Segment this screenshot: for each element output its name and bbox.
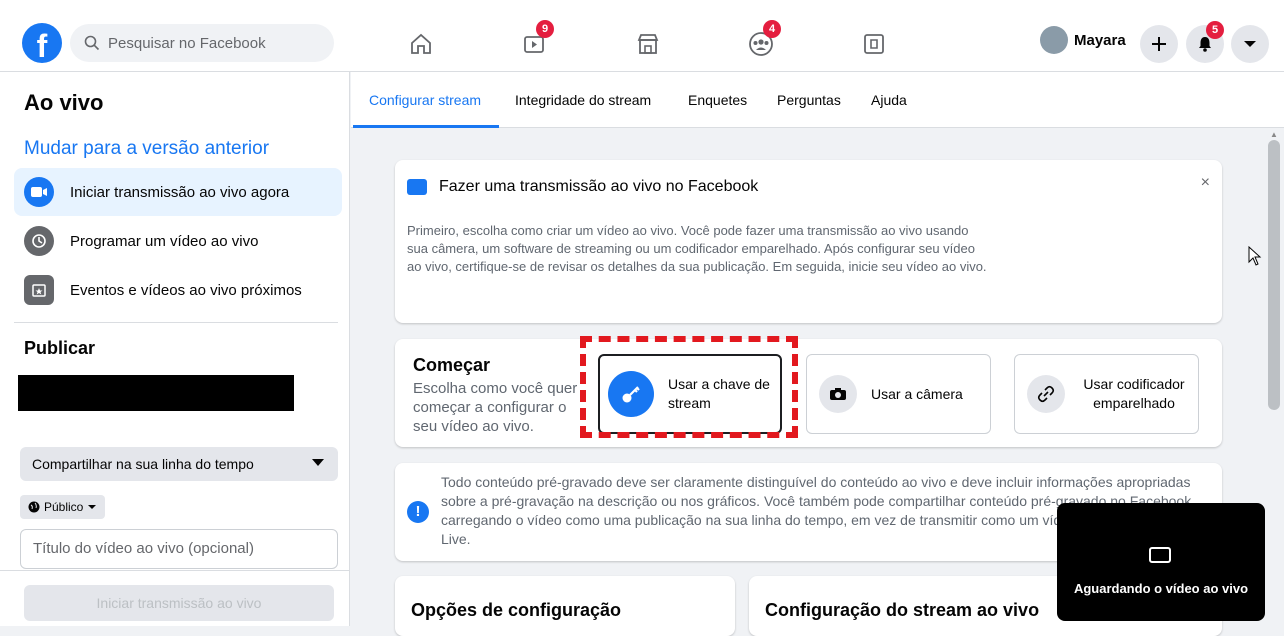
search-input[interactable]: Pesquisar no Facebook [70, 24, 334, 62]
live-preview-panel: Aguardando o vídeo ao vivo [1057, 503, 1265, 621]
search-icon [84, 35, 100, 51]
notifications-button[interactable]: 5 [1186, 21, 1224, 63]
sidebar-item-events[interactable]: Eventos e vídeos ao vivo próximos [14, 266, 342, 314]
sidebar-item-label: Programar um vídeo ao vivo [70, 232, 259, 250]
annotation-highlight [580, 336, 798, 438]
get-started-title: Começar [413, 355, 491, 375]
scrollbar-thumb[interactable] [1268, 140, 1280, 410]
live-camera-icon [24, 177, 54, 207]
preview-status-text: Aguardando o vídeo ao vivo [1073, 581, 1249, 596]
avatar [1040, 26, 1068, 54]
video-title-placeholder: Título do vídeo ao vivo (opcional) [33, 540, 254, 557]
caret-down-icon [88, 505, 97, 509]
intro-card: Fazer uma transmissão ao vivo no Faceboo… [395, 160, 1222, 323]
share-destination-value: Compartilhar na sua linha do tempo [32, 456, 254, 472]
intro-card-description: Primeiro, escolha como criar um vídeo ao… [407, 223, 987, 274]
link-icon [1027, 375, 1065, 413]
tab-questions[interactable]: Perguntas [777, 92, 841, 108]
close-icon[interactable]: × [1201, 174, 1210, 192]
info-icon: ! [407, 501, 429, 523]
watch-badge: 9 [536, 20, 554, 38]
top-navigation-bar: f Pesquisar no Facebook 9 4 Mayara 5 [0, 0, 1284, 72]
video-icon [1149, 547, 1171, 563]
groups-badge: 4 [763, 20, 781, 38]
stream-config-title: Configuração do stream ao vivo [765, 600, 1040, 620]
facebook-logo[interactable]: f [22, 23, 62, 63]
intro-card-header: Fazer uma transmissão ao vivo no Faceboo… [407, 178, 758, 196]
sidebar-item-label: Eventos e vídeos ao vivo próximos [70, 281, 302, 299]
tab-stream-setup[interactable]: Configurar stream [369, 92, 481, 108]
page-title: Ao vivo [24, 90, 104, 115]
create-button[interactable] [1140, 25, 1178, 63]
watch-icon[interactable]: 9 [514, 20, 554, 64]
sidebar-footer: Iniciar transmissão ao vivo [0, 570, 349, 626]
sidebar-divider [14, 322, 338, 323]
groups-icon[interactable]: 4 [741, 20, 781, 64]
tab-stream-health[interactable]: Integridade do stream [515, 92, 651, 108]
account-menu-button[interactable] [1231, 25, 1269, 63]
plus-icon [1152, 37, 1166, 51]
notifications-badge: 5 [1206, 21, 1224, 39]
live-camera-icon [407, 179, 427, 195]
sidebar-item-label: Iniciar transmissão ao vivo agora [70, 183, 290, 201]
camera-icon [819, 375, 857, 413]
clock-icon [24, 226, 54, 256]
audience-selector[interactable]: Público [20, 495, 106, 519]
profile-link[interactable]: Mayara [1040, 26, 1126, 54]
config-options-card: Opções de configuração [395, 576, 735, 636]
config-options-title: Opções de configuração [411, 600, 622, 620]
video-title-input[interactable]: Título do vídeo ao vivo (opcional) [20, 529, 338, 569]
gaming-icon[interactable] [854, 24, 894, 64]
tab-bar: Configurar stream Integridade do stream … [351, 72, 1284, 128]
marketplace-icon[interactable] [628, 24, 668, 64]
get-started-card: Começar Escolha como você quer começar a… [395, 339, 1222, 447]
paired-encoder-label: Usar codificador emparelhado [1083, 376, 1185, 411]
home-icon[interactable] [401, 24, 441, 64]
tab-help[interactable]: Ajuda [871, 92, 907, 108]
redacted-account-block [18, 375, 294, 411]
search-placeholder: Pesquisar no Facebook [108, 34, 266, 52]
get-started-description: Escolha como você quer começar a configu… [413, 380, 578, 435]
previous-version-link[interactable]: Mudar para a versão anterior [24, 138, 269, 160]
paired-encoder-option[interactable]: Usar codificador emparelhado [1014, 354, 1199, 434]
scroll-up-arrow[interactable]: ▲ [1270, 130, 1278, 139]
camera-option[interactable]: Usar a câmera [806, 354, 991, 434]
profile-name: Mayara [1074, 31, 1126, 49]
sidebar-item-schedule[interactable]: Programar um vídeo ao vivo [14, 217, 342, 265]
intro-card-title: Fazer uma transmissão ao vivo no Faceboo… [439, 178, 759, 195]
share-destination-select[interactable]: Compartilhar na sua linha do tempo [20, 447, 338, 481]
chevron-down-icon [1244, 41, 1256, 47]
sidebar-item-go-live-now[interactable]: Iniciar transmissão ao vivo agora [14, 168, 342, 216]
publish-heading: Publicar [24, 338, 96, 358]
left-sidebar: Ao vivo Mudar para a versão anterior Ini… [0, 72, 350, 626]
mouse-cursor-icon [1248, 246, 1262, 266]
tab-polls[interactable]: Enquetes [688, 92, 747, 108]
calendar-star-icon [24, 275, 54, 305]
caret-down-icon [312, 459, 324, 466]
go-live-button[interactable]: Iniciar transmissão ao vivo [24, 585, 334, 621]
camera-label: Usar a câmera [871, 385, 963, 402]
audience-label: Público [44, 500, 84, 514]
globe-icon [28, 501, 40, 513]
active-tab-indicator [353, 125, 499, 128]
